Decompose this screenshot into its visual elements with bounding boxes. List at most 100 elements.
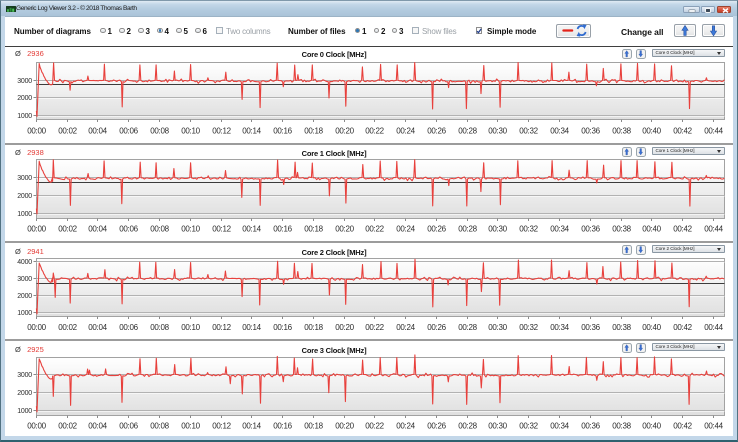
- svg-text:00:06: 00:06: [119, 323, 138, 332]
- svg-text:00:18: 00:18: [304, 422, 323, 431]
- svg-text:1000: 1000: [17, 211, 32, 218]
- svg-text:00:14: 00:14: [242, 224, 261, 233]
- svg-text:00:20: 00:20: [335, 126, 354, 135]
- svg-text:00:10: 00:10: [181, 126, 200, 135]
- svg-text:00:40: 00:40: [642, 224, 661, 233]
- svg-text:00:38: 00:38: [612, 422, 631, 431]
- svg-text:00:14: 00:14: [242, 422, 261, 431]
- svg-text:2000: 2000: [17, 390, 32, 397]
- svg-text:00:10: 00:10: [181, 224, 200, 233]
- svg-text:00:04: 00:04: [88, 126, 107, 135]
- svg-text:00:32: 00:32: [519, 323, 538, 332]
- svg-text:00:16: 00:16: [273, 224, 292, 233]
- svg-text:00:04: 00:04: [88, 224, 107, 233]
- svg-text:00:10: 00:10: [181, 323, 200, 332]
- svg-text:00:44: 00:44: [704, 422, 723, 431]
- svg-text:00:08: 00:08: [150, 323, 169, 332]
- svg-text:00:12: 00:12: [212, 126, 231, 135]
- svg-text:00:42: 00:42: [673, 422, 692, 431]
- svg-text:00:08: 00:08: [150, 126, 169, 135]
- svg-text:00:28: 00:28: [458, 323, 477, 332]
- svg-text:00:20: 00:20: [335, 323, 354, 332]
- svg-text:00:14: 00:14: [242, 126, 261, 135]
- svg-text:00:18: 00:18: [304, 323, 323, 332]
- svg-text:00:04: 00:04: [88, 422, 107, 431]
- svg-text:00:42: 00:42: [673, 126, 692, 135]
- svg-text:00:18: 00:18: [304, 224, 323, 233]
- svg-text:1000: 1000: [17, 113, 32, 120]
- svg-text:00:26: 00:26: [427, 224, 446, 233]
- svg-text:00:16: 00:16: [273, 126, 292, 135]
- svg-text:00:40: 00:40: [642, 323, 661, 332]
- svg-text:00:28: 00:28: [458, 422, 477, 431]
- svg-text:00:18: 00:18: [304, 126, 323, 135]
- svg-text:00:30: 00:30: [488, 422, 507, 431]
- svg-text:00:28: 00:28: [458, 126, 477, 135]
- svg-text:00:30: 00:30: [488, 224, 507, 233]
- svg-text:00:10: 00:10: [181, 422, 200, 431]
- svg-text:00:32: 00:32: [519, 224, 538, 233]
- svg-text:00:42: 00:42: [673, 224, 692, 233]
- svg-text:00:00: 00:00: [27, 323, 46, 332]
- svg-text:00:00: 00:00: [27, 126, 46, 135]
- svg-text:00:16: 00:16: [273, 422, 292, 431]
- svg-text:00:00: 00:00: [27, 422, 46, 431]
- svg-text:00:26: 00:26: [427, 422, 446, 431]
- svg-text:00:28: 00:28: [458, 224, 477, 233]
- svg-text:3000: 3000: [17, 276, 32, 283]
- svg-text:00:20: 00:20: [335, 224, 354, 233]
- svg-text:00:02: 00:02: [58, 224, 77, 233]
- svg-text:00:30: 00:30: [488, 323, 507, 332]
- svg-text:00:02: 00:02: [58, 323, 77, 332]
- svg-text:00:44: 00:44: [704, 224, 723, 233]
- svg-text:00:08: 00:08: [150, 224, 169, 233]
- svg-text:00:22: 00:22: [365, 126, 384, 135]
- svg-text:00:38: 00:38: [612, 126, 631, 135]
- svg-text:00:12: 00:12: [212, 422, 231, 431]
- svg-text:00:34: 00:34: [550, 224, 569, 233]
- svg-text:00:34: 00:34: [550, 323, 569, 332]
- svg-text:00:04: 00:04: [88, 323, 107, 332]
- svg-text:3000: 3000: [17, 372, 32, 379]
- svg-text:00:00: 00:00: [27, 224, 46, 233]
- svg-text:00:12: 00:12: [212, 323, 231, 332]
- svg-text:00:22: 00:22: [365, 422, 384, 431]
- svg-text:00:08: 00:08: [150, 422, 169, 431]
- svg-text:00:06: 00:06: [119, 422, 138, 431]
- svg-text:1000: 1000: [17, 310, 32, 317]
- svg-text:3000: 3000: [17, 78, 32, 85]
- svg-text:00:34: 00:34: [550, 422, 569, 431]
- svg-text:00:38: 00:38: [612, 224, 631, 233]
- svg-text:00:34: 00:34: [550, 126, 569, 135]
- svg-text:00:22: 00:22: [365, 323, 384, 332]
- svg-text:00:06: 00:06: [119, 126, 138, 135]
- svg-text:4000: 4000: [17, 259, 32, 266]
- svg-text:00:14: 00:14: [242, 323, 261, 332]
- svg-text:2000: 2000: [17, 193, 32, 200]
- svg-text:00:24: 00:24: [396, 422, 415, 431]
- svg-text:00:36: 00:36: [581, 224, 600, 233]
- svg-text:00:32: 00:32: [519, 126, 538, 135]
- svg-text:00:36: 00:36: [581, 126, 600, 135]
- svg-text:00:24: 00:24: [396, 323, 415, 332]
- svg-text:00:20: 00:20: [335, 422, 354, 431]
- svg-text:2000: 2000: [17, 95, 32, 102]
- svg-text:2000: 2000: [17, 293, 32, 300]
- svg-text:00:30: 00:30: [488, 126, 507, 135]
- svg-text:00:42: 00:42: [673, 323, 692, 332]
- svg-text:00:32: 00:32: [519, 422, 538, 431]
- svg-text:00:24: 00:24: [396, 224, 415, 233]
- svg-text:00:16: 00:16: [273, 323, 292, 332]
- svg-text:00:12: 00:12: [212, 224, 231, 233]
- svg-text:00:02: 00:02: [58, 126, 77, 135]
- svg-text:00:40: 00:40: [642, 126, 661, 135]
- svg-text:00:36: 00:36: [581, 323, 600, 332]
- svg-text:3000: 3000: [17, 175, 32, 182]
- svg-text:00:26: 00:26: [427, 126, 446, 135]
- svg-text:00:44: 00:44: [704, 126, 723, 135]
- svg-text:00:24: 00:24: [396, 126, 415, 135]
- svg-text:00:40: 00:40: [642, 422, 661, 431]
- svg-text:1000: 1000: [17, 408, 32, 415]
- svg-text:00:36: 00:36: [581, 422, 600, 431]
- svg-text:00:22: 00:22: [365, 224, 384, 233]
